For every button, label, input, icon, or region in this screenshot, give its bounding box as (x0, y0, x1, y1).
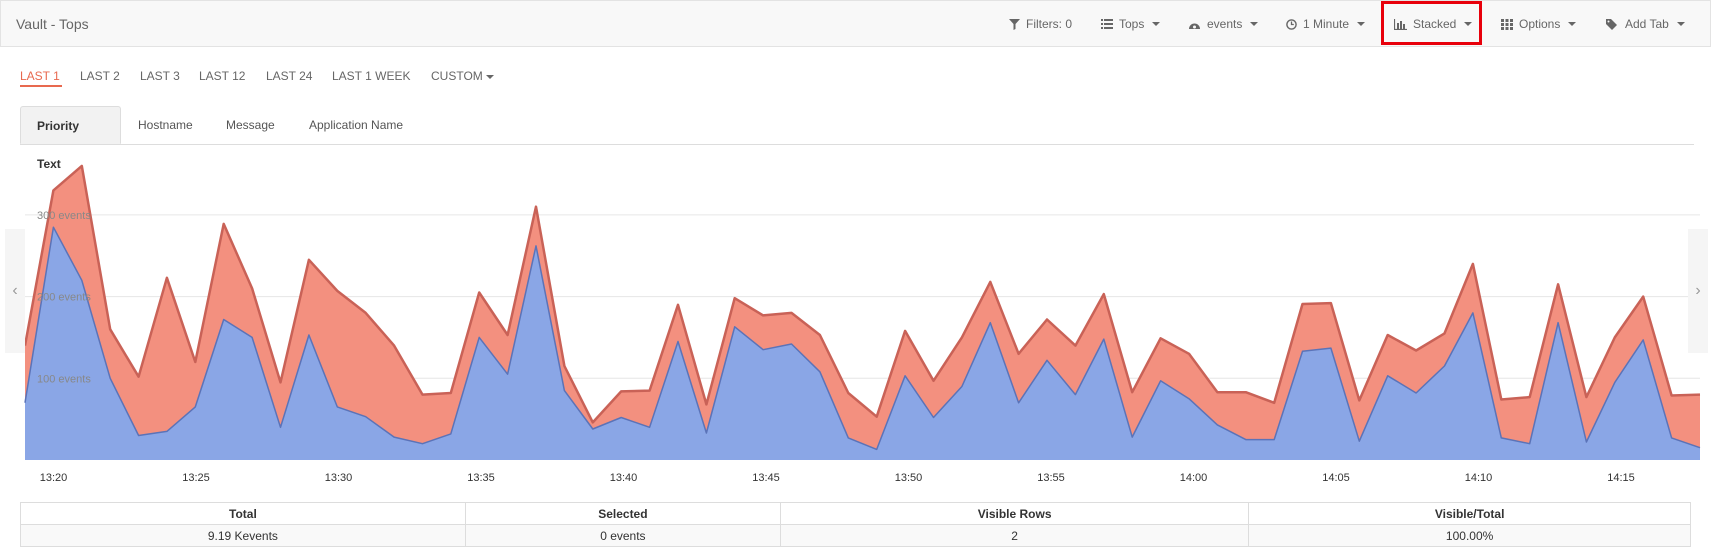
x-tick-label: 14:00 (1180, 472, 1208, 484)
tags-icon (1606, 18, 1617, 30)
tab-application-name[interactable]: Application Name (293, 106, 419, 144)
stats-value-visible-total: 100.00% (1248, 524, 1691, 547)
custom-label: CUSTOM (431, 69, 483, 83)
stats-header-selected: Selected (464, 502, 781, 525)
stats-value-selected: 0 events (464, 524, 781, 547)
caret-down-icon (1250, 22, 1259, 26)
x-tick-label: 14:10 (1465, 472, 1493, 484)
x-tick-label: 13:30 (325, 472, 353, 484)
stats-table: Total Selected Visible Rows Visible/Tota… (20, 502, 1691, 547)
x-tick-label: 13:35 (467, 472, 495, 484)
filters-button[interactable]: Filters: 0 (1009, 17, 1072, 31)
interval-label: 1 Minute (1303, 17, 1350, 31)
stats-header-visible-total: Visible/Total (1248, 502, 1691, 525)
x-tick-label: 13:50 (895, 472, 923, 484)
x-tick-label: 14:05 (1322, 472, 1350, 484)
chevron-right-icon[interactable]: › (1688, 229, 1708, 353)
grid-icon (1501, 18, 1513, 30)
range-tab-last-24[interactable]: LAST 24 (266, 69, 312, 83)
range-tab-last-1-week[interactable]: LAST 1 WEEK (332, 69, 410, 83)
x-tick-label: 14:15 (1607, 472, 1635, 484)
interval-dropdown[interactable]: 1 Minute (1286, 17, 1366, 31)
y-tick-label: 100 events (37, 373, 91, 385)
stats-value-visible-rows: 2 (779, 524, 1250, 547)
clock-icon (1286, 18, 1297, 30)
x-tick-label: 13:45 (752, 472, 780, 484)
events-label: events (1207, 17, 1243, 31)
highlight-box (1381, 1, 1482, 45)
caret-down-icon (1357, 22, 1366, 26)
range-tab-last-3[interactable]: LAST 3 (140, 69, 180, 83)
stats-header-total: Total (20, 502, 466, 525)
app-title: Vault - Tops (16, 16, 89, 32)
caret-down-icon (485, 74, 494, 79)
add-tab-dropdown[interactable]: Add Tab (1606, 17, 1685, 31)
x-tick-label: 13:25 (182, 472, 210, 484)
tops-label: Tops (1119, 17, 1145, 31)
stats-value-total: 9.19 Kevents (20, 524, 466, 547)
caret-down-icon (1676, 22, 1685, 26)
dashboard-icon (1189, 23, 1200, 29)
x-axis-labels: 13:20 13:25 13:30 13:35 13:40 13:45 13:50 13:55… (40, 472, 1635, 484)
chart-areas (23, 164, 1701, 460)
x-tick-label: 13:55 (1037, 472, 1065, 484)
x-tick-label: 13:40 (610, 472, 638, 484)
chevron-left-icon[interactable]: ‹ (5, 229, 25, 353)
x-tick-label: 13:20 (40, 472, 68, 484)
range-tab-custom[interactable]: CUSTOM (431, 69, 494, 83)
tab-message[interactable]: Message (210, 106, 291, 144)
range-tab-last-1[interactable]: LAST 1 (20, 69, 60, 83)
range-tab-last-12[interactable]: LAST 12 (199, 69, 245, 83)
active-range-underline (20, 85, 62, 87)
add-tab-label: Add Tab (1625, 17, 1669, 31)
options-dropdown[interactable]: Options (1501, 17, 1577, 31)
caret-down-icon (1152, 22, 1161, 26)
range-tab-last-2[interactable]: LAST 2 (80, 69, 120, 83)
filters-label: Filters: 0 (1026, 17, 1073, 31)
panel-tabs: Priority Text Hostname Message Applicati… (20, 106, 1694, 171)
events-dropdown[interactable]: events (1188, 17, 1259, 31)
y-tick-label: 300 events (37, 210, 91, 222)
tops-dropdown[interactable]: Tops (1101, 17, 1161, 31)
tab-hostname[interactable]: Hostname (122, 106, 209, 144)
caret-down-icon (1568, 22, 1577, 26)
y-tick-label: 200 events (37, 292, 91, 304)
stats-header-visible-rows: Visible Rows (779, 502, 1250, 525)
options-label: Options (1519, 17, 1561, 31)
tab-priority-text[interactable]: Priority Text (20, 106, 121, 171)
list-icon (1101, 18, 1113, 29)
stacked-area-chart[interactable]: 100 events200 events300 events 13:20 13:2… (0, 145, 1713, 490)
filter-icon (1009, 18, 1020, 30)
